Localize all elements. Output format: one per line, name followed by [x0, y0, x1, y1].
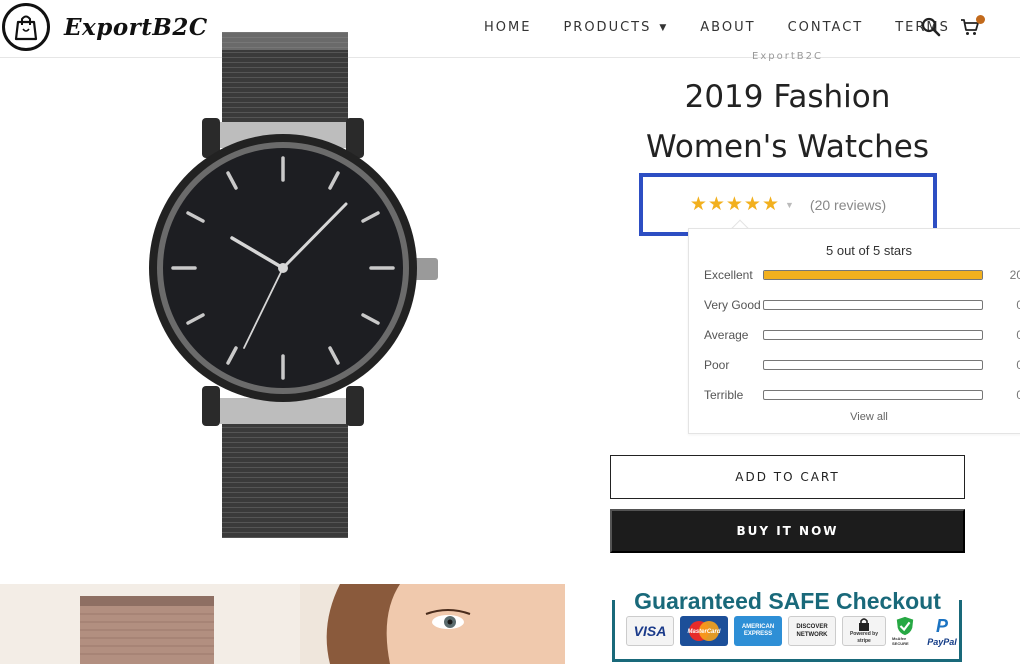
amex-logo: AMERICAN EXPRESS — [734, 616, 782, 646]
rating-histogram: 5 out of 5 stars Excellent 20 Very Good … — [688, 228, 1020, 434]
visa-logo: VISA — [626, 616, 674, 646]
nav-home-label: HOME — [484, 20, 532, 35]
star-rating: ★★★★★ — [689, 194, 780, 215]
product-vendor[interactable]: ExportB2C — [610, 51, 965, 62]
histogram-bar — [763, 330, 983, 340]
histogram-row-average[interactable]: Average 0 — [704, 327, 1020, 343]
histogram-row-very-good[interactable]: Very Good 0 — [704, 297, 1020, 313]
main-nav: HOME PRODUCTS ▼ ABOUT CONTACT TERMS — [484, 20, 982, 35]
caret-down-icon: ▼ — [785, 199, 794, 210]
shopping-bag-icon — [2, 3, 50, 51]
histogram-bar — [763, 270, 983, 280]
safe-checkout-badge: Guaranteed SAFE Checkout VISA MasterCard… — [610, 586, 965, 664]
caret-down-icon: ▼ — [659, 22, 669, 33]
histogram-count: 0 — [1016, 358, 1020, 372]
nav-contact-label: CONTACT — [787, 20, 864, 35]
nav-about[interactable]: ABOUT — [700, 20, 755, 35]
view-all-reviews-link[interactable]: View all — [689, 411, 1020, 423]
product-title: 2019 Fashion Women's Watches — [646, 79, 929, 165]
histogram-label: Average — [704, 328, 749, 342]
histogram-label: Terrible — [704, 388, 744, 402]
histogram-label: Excellent — [704, 268, 753, 282]
cart-count-dot — [976, 15, 985, 24]
product-image[interactable] — [140, 30, 440, 542]
histogram-label: Poor — [704, 358, 730, 372]
histogram-fill — [764, 271, 982, 279]
reviews-count-link[interactable]: (20 reviews) — [810, 197, 886, 213]
add-to-cart-button[interactable]: ADD TO CART — [610, 455, 965, 499]
histogram-title: 5 out of 5 stars — [826, 243, 912, 258]
histogram-bar — [763, 390, 983, 400]
histogram-row-poor[interactable]: Poor 0 — [704, 357, 1020, 373]
badge-title: Guaranteed SAFE Checkout — [610, 588, 965, 615]
mastercard-logo: MasterCard — [680, 616, 728, 646]
mastercard-text: MasterCard — [687, 629, 720, 635]
stripe-text: Powered by stripe — [849, 631, 879, 644]
histogram-count: 0 — [1016, 328, 1020, 342]
histogram-bar — [763, 300, 983, 310]
histogram-row-excellent[interactable]: Excellent 20 — [704, 267, 1020, 283]
nav-products-label: PRODUCTS — [563, 20, 652, 35]
mcafee-shield-icon: McAfee SECURE — [892, 616, 918, 646]
product-gallery-image[interactable] — [0, 584, 565, 664]
histogram-count: 0 — [1016, 298, 1020, 312]
search-icon[interactable] — [921, 17, 941, 42]
rating-summary[interactable]: ★★★★★ ▼ (20 reviews) — [639, 173, 937, 236]
stripe-lock-icon: Powered by stripe — [842, 616, 886, 646]
payment-logos: VISA MasterCard AMERICAN EXPRESS DISCOVE… — [626, 615, 960, 647]
nav-products[interactable]: PRODUCTS ▼ — [563, 20, 668, 35]
paypal-text: PayPal — [927, 636, 957, 647]
histogram-row-terrible[interactable]: Terrible 0 — [704, 387, 1020, 403]
nav-contact[interactable]: CONTACT — [788, 20, 864, 35]
mcafee-text: McAfee SECURE — [892, 636, 909, 646]
discover-logo: DISCOVER NETWORK — [788, 616, 836, 646]
paypal-icon: P — [935, 615, 948, 636]
histogram-bar — [763, 360, 983, 370]
nav-home[interactable]: HOME — [484, 20, 531, 35]
badge-title-text: Guaranteed SAFE Checkout — [628, 588, 947, 614]
histogram-count: 0 — [1016, 388, 1020, 402]
nav-about-label: ABOUT — [700, 20, 756, 35]
histogram-label: Very Good — [704, 298, 761, 312]
buy-it-now-button[interactable]: BUY IT NOW — [610, 509, 965, 553]
paypal-logo: P PayPal — [924, 615, 960, 647]
histogram-count: 20 — [1009, 268, 1020, 282]
